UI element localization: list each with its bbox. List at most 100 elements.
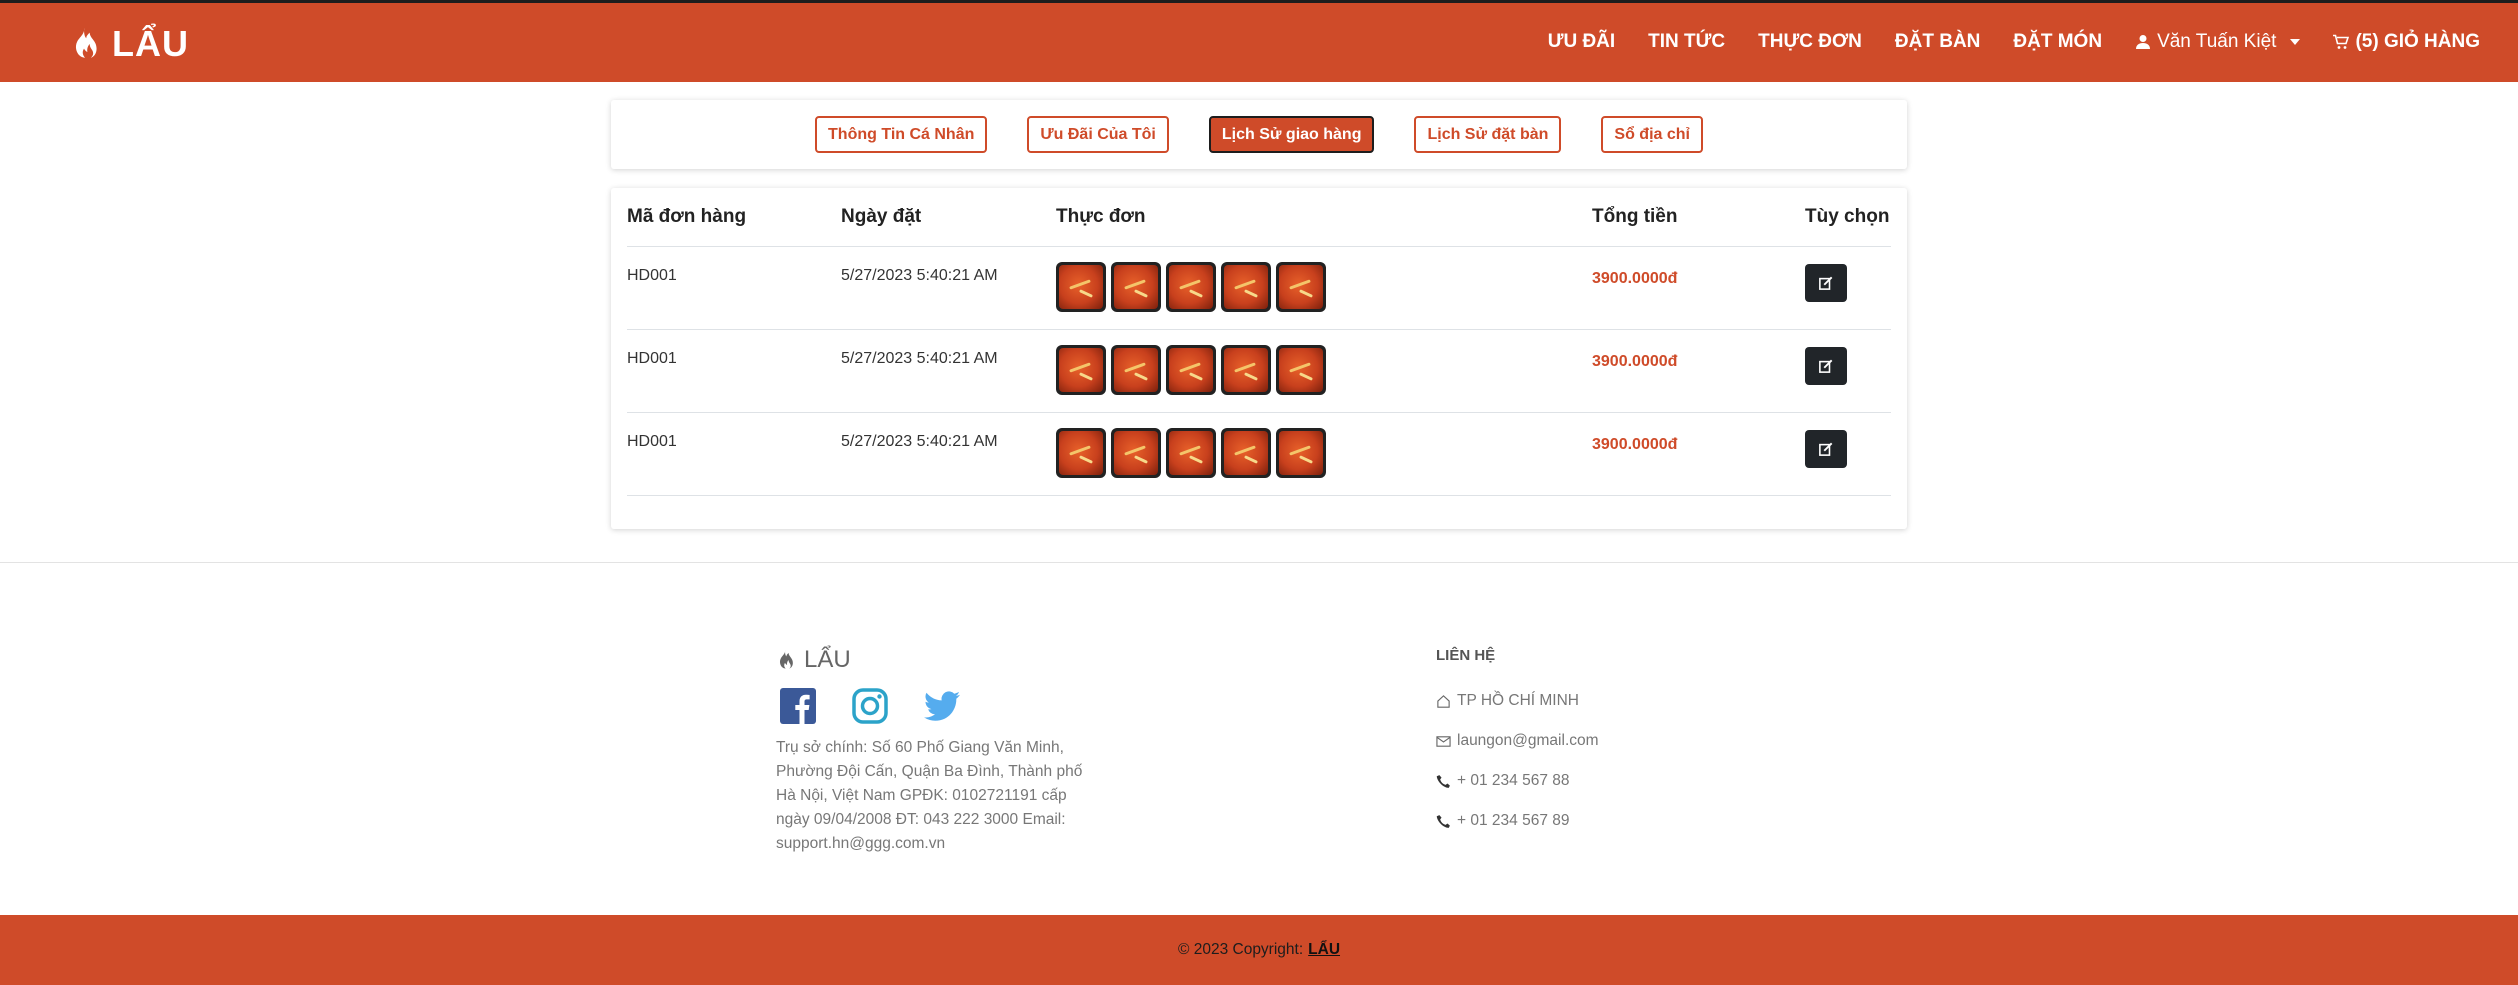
order-history-table: Mã đơn hàng Ngày đặt Thực đơn Tổng tiền … (627, 188, 1891, 496)
dish-thumbnails (1056, 345, 1326, 395)
fire-icon (779, 650, 793, 669)
account-tabs: Thông Tin Cá Nhân Ưu Đãi Của Tôi Lịch Sử… (611, 100, 1907, 169)
user-dropdown[interactable]: Văn Tuấn Kiệt (2135, 31, 2301, 53)
tab-booking-history[interactable]: Lịch Sử đặt bàn (1414, 116, 1562, 153)
dish-thumbnail[interactable] (1276, 262, 1326, 312)
hotpot-image (1114, 348, 1158, 392)
contact-phone-2-text: + 01 234 567 89 (1457, 812, 1570, 829)
order-date-cell: 5/27/2023 5:40:21 AM (841, 267, 998, 284)
footer-brand-name: LẨU (804, 646, 851, 673)
dish-thumbnail[interactable] (1111, 428, 1161, 478)
copyright-brand-link[interactable]: LẨU (1308, 941, 1340, 959)
contact-phone-1[interactable]: + 01 234 567 88 (1436, 772, 1569, 790)
order-total-cell: 3900.0000đ (1592, 270, 1678, 287)
hotpot-image (1224, 265, 1268, 309)
dish-thumbnail[interactable] (1166, 345, 1216, 395)
edit-icon (1819, 359, 1833, 373)
contact-phone-1-text: + 01 234 567 88 (1457, 772, 1570, 789)
header-menu: Thực đơn (1056, 206, 1146, 227)
dish-thumbnail[interactable] (1111, 345, 1161, 395)
nav-link-promotions[interactable]: ƯU ĐÃI (1548, 31, 1615, 53)
contact-email[interactable]: laungon@gmail.com (1436, 732, 1599, 750)
edit-order-button[interactable] (1805, 430, 1847, 468)
hotpot-image (1279, 265, 1323, 309)
dish-thumbnail[interactable] (1276, 428, 1326, 478)
hotpot-image (1059, 348, 1103, 392)
header-total: Tổng tiền (1592, 206, 1678, 227)
tab-my-promotions[interactable]: Ưu Đãi Của Tôi (1027, 116, 1169, 153)
tab-address-book[interactable]: Sổ địa chỉ (1601, 116, 1703, 153)
user-name: Văn Tuấn Kiệt (2157, 31, 2277, 52)
edit-order-button[interactable] (1805, 264, 1847, 302)
dish-thumbnails (1056, 262, 1326, 312)
dish-thumbnail[interactable] (1166, 262, 1216, 312)
cart-label: (5) GIỎ HÀNG (2355, 31, 2480, 52)
order-date-cell: 5/27/2023 5:40:21 AM (841, 433, 998, 450)
phone-icon (1436, 814, 1450, 828)
caret-down-icon (2290, 39, 2301, 45)
header-order-id: Mã đơn hàng (627, 206, 747, 227)
order-id-cell: HD001 (627, 350, 677, 367)
hotpot-image (1224, 348, 1268, 392)
order-id-cell: HD001 (627, 433, 677, 450)
edit-order-button[interactable] (1805, 347, 1847, 385)
facebook-icon[interactable] (780, 688, 816, 724)
footer-divider (0, 562, 2518, 563)
dish-thumbnail[interactable] (1056, 428, 1106, 478)
brand-logo[interactable]: LẨU (70, 23, 189, 65)
cart-link[interactable]: (5) GIỎ HÀNG (2333, 31, 2480, 53)
table-row: HD001 5/27/2023 5:40:21 AM 3900.0000đ (627, 330, 1891, 413)
hotpot-image (1169, 431, 1213, 475)
tab-delivery-history[interactable]: Lịch Sử giao hàng (1208, 116, 1375, 153)
hotpot-image (1114, 431, 1158, 475)
brand-name: LẨU (112, 23, 189, 64)
home-icon (1437, 694, 1450, 708)
phone-icon (1436, 774, 1450, 788)
hotpot-image (1279, 348, 1323, 392)
dish-thumbnail[interactable] (1056, 345, 1106, 395)
hotpot-image (1059, 265, 1103, 309)
hotpot-image (1279, 431, 1323, 475)
footer-brand[interactable]: LẨU (776, 646, 851, 674)
table-row: HD001 5/27/2023 5:40:21 AM 3900.0000đ (627, 247, 1891, 330)
contact-phone-2[interactable]: + 01 234 567 89 (1436, 812, 1569, 830)
contact-title: LIÊN HỆ (1436, 647, 1496, 664)
contact-email-text: laungon@gmail.com (1457, 732, 1599, 749)
envelope-icon (1436, 735, 1451, 747)
table-header: Mã đơn hàng Ngày đặt Thực đơn Tổng tiền … (627, 188, 1891, 247)
dish-thumbnail[interactable] (1221, 345, 1271, 395)
copyright-bar: © 2023 Copyright: LẨU (0, 915, 2518, 985)
edit-icon (1819, 442, 1833, 456)
nav-link-news[interactable]: TIN TỨC (1648, 31, 1725, 53)
order-total-cell: 3900.0000đ (1592, 436, 1678, 453)
cart-icon (2333, 34, 2350, 49)
hotpot-image (1224, 431, 1268, 475)
nav-link-book-table[interactable]: ĐẶT BÀN (1895, 31, 1981, 53)
top-navbar: LẨU ƯU ĐÃI TIN TỨC THỰC ĐƠN ĐẶT BÀN ĐẶT … (0, 0, 2518, 82)
dish-thumbnail[interactable] (1166, 428, 1216, 478)
order-date-cell: 5/27/2023 5:40:21 AM (841, 350, 998, 367)
dish-thumbnail[interactable] (1221, 262, 1271, 312)
twitter-icon[interactable] (924, 688, 960, 724)
order-history-card: Mã đơn hàng Ngày đặt Thực đơn Tổng tiền … (611, 188, 1907, 529)
nav-link-order-food[interactable]: ĐẶT MÓN (2013, 31, 2102, 53)
header-options: Tùy chọn (1805, 206, 1890, 227)
order-id-cell: HD001 (627, 267, 677, 284)
contact-city: TP HỒ CHÍ MINH (1436, 692, 1579, 710)
tab-personal-info[interactable]: Thông Tin Cá Nhân (815, 116, 988, 153)
nav-menu: ƯU ĐÃI TIN TỨC THỰC ĐƠN ĐẶT BÀN ĐẶT MÓN … (1548, 31, 2480, 53)
copyright-text: © 2023 Copyright: (1177, 941, 1304, 958)
dish-thumbnail[interactable] (1056, 262, 1106, 312)
hotpot-image (1114, 265, 1158, 309)
dish-thumbnail[interactable] (1221, 428, 1271, 478)
user-icon (2136, 35, 2151, 49)
instagram-icon[interactable] (852, 688, 888, 724)
nav-link-menu[interactable]: THỰC ĐƠN (1758, 31, 1862, 53)
header-date: Ngày đặt (841, 206, 922, 227)
hotpot-image (1169, 348, 1213, 392)
dish-thumbnail[interactable] (1111, 262, 1161, 312)
social-links (780, 688, 960, 724)
hotpot-image (1059, 431, 1103, 475)
table-row: HD001 5/27/2023 5:40:21 AM 3900.0000đ (627, 413, 1891, 496)
dish-thumbnail[interactable] (1276, 345, 1326, 395)
